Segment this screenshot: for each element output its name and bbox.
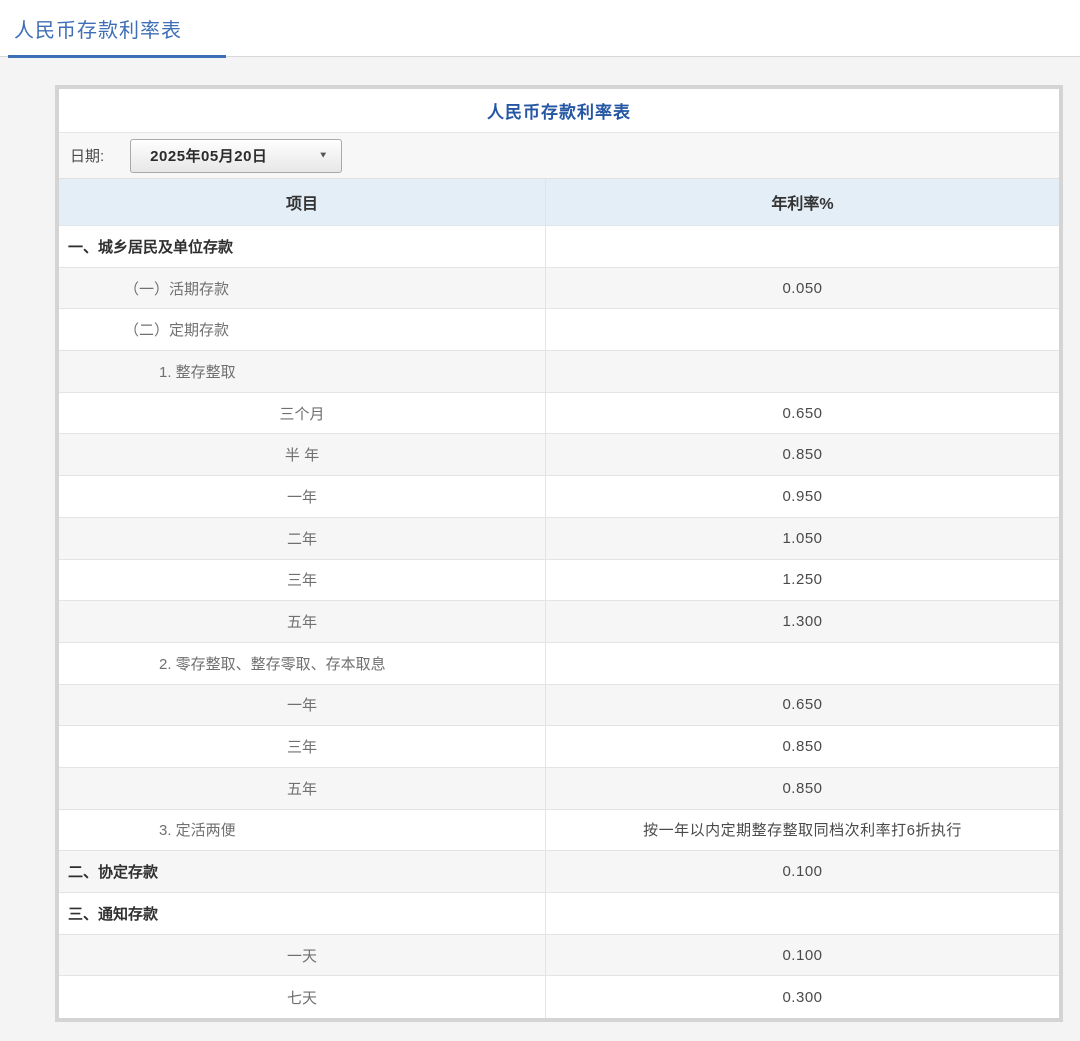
rate-cell [546,351,1059,392]
table-row: 三年 0.850 [59,726,1059,768]
rate-cell: 0.850 [546,768,1059,809]
date-dropdown[interactable]: 2025年05月20日 ▼ [130,139,342,173]
table-row: 一年 0.650 [59,685,1059,727]
table-row: 一天 0.100 [59,935,1059,977]
item-cell: （一）活期存款 [59,268,546,309]
rate-cell: 1.250 [546,560,1059,601]
rate-cell: 按一年以内定期整存整取同档次利率打6折执行 [546,810,1059,851]
item-cell: 一天 [59,935,546,976]
column-header-rate: 年利率% [546,179,1059,225]
table-row: 三年 1.250 [59,560,1059,602]
table-row: 三个月 0.650 [59,393,1059,435]
rate-cell: 1.050 [546,518,1059,559]
item-cell: 3. 定活两便 [59,810,546,851]
table-row: 七天 0.300 [59,976,1059,1018]
column-header-item: 项目 [59,179,546,225]
table-row: （一）活期存款 0.050 [59,268,1059,310]
item-cell: 三年 [59,726,546,767]
item-cell: 1. 整存整取 [59,351,546,392]
table-row: 二、协定存款 0.100 [59,851,1059,893]
rate-cell: 1.300 [546,601,1059,642]
item-cell: 2. 零存整取、整存零取、存本取息 [59,643,546,684]
table-row: （二）定期存款 [59,309,1059,351]
item-cell: 一年 [59,476,546,517]
rate-cell: 0.850 [546,434,1059,475]
rate-cell [546,309,1059,350]
table-row: 五年 1.300 [59,601,1059,643]
chevron-down-icon: ▼ [318,151,328,160]
date-label: 日期: [70,145,104,166]
item-cell: 三个月 [59,393,546,434]
page-title: 人民币存款利率表 [14,14,182,43]
table-row: 一、城乡居民及单位存款 [59,226,1059,268]
table-row: 半 年 0.850 [59,434,1059,476]
rate-cell: 0.100 [546,935,1059,976]
rate-cell: 0.850 [546,726,1059,767]
table-header-row: 项目 年利率% [59,179,1059,226]
table-row: 1. 整存整取 [59,351,1059,393]
table-row: 三、通知存款 [59,893,1059,935]
date-dropdown-value: 2025年05月20日 [150,145,267,166]
active-tab-underline [8,55,226,58]
rate-cell: 0.050 [546,268,1059,309]
table-body: 一、城乡居民及单位存款 （一）活期存款 0.050 （二）定期存款 1. 整存整… [59,226,1059,1018]
rate-table: 项目 年利率% 一、城乡居民及单位存款 （一）活期存款 0.050 （二）定期存… [59,179,1059,1018]
item-cell: 七天 [59,976,546,1018]
rate-table-panel: 人民币存款利率表 日期: 2025年05月20日 ▼ 项目 年利率% 一、城乡居… [55,85,1063,1022]
table-row: 2. 零存整取、整存零取、存本取息 [59,643,1059,685]
table-row: 3. 定活两便 按一年以内定期整存整取同档次利率打6折执行 [59,810,1059,852]
rate-cell: 0.100 [546,851,1059,892]
item-cell: 五年 [59,768,546,809]
table-row: 五年 0.850 [59,768,1059,810]
table-row: 二年 1.050 [59,518,1059,560]
item-cell: 一年 [59,685,546,726]
item-cell: 半 年 [59,434,546,475]
item-cell: 三、通知存款 [59,893,546,934]
rate-cell: 0.650 [546,685,1059,726]
rate-cell [546,226,1059,267]
item-cell: （二）定期存款 [59,309,546,350]
date-filter-row: 日期: 2025年05月20日 ▼ [59,133,1059,179]
rate-cell: 0.300 [546,976,1059,1018]
item-cell: 二、协定存款 [59,851,546,892]
table-row: 一年 0.950 [59,476,1059,518]
rate-cell [546,643,1059,684]
item-cell: 五年 [59,601,546,642]
rate-cell: 0.950 [546,476,1059,517]
panel-title: 人民币存款利率表 [487,98,631,123]
panel-title-row: 人民币存款利率表 [59,89,1059,133]
rate-cell [546,893,1059,934]
page-header: 人民币存款利率表 [0,0,1080,57]
item-cell: 三年 [59,560,546,601]
rate-cell: 0.650 [546,393,1059,434]
item-cell: 一、城乡居民及单位存款 [59,226,546,267]
item-cell: 二年 [59,518,546,559]
